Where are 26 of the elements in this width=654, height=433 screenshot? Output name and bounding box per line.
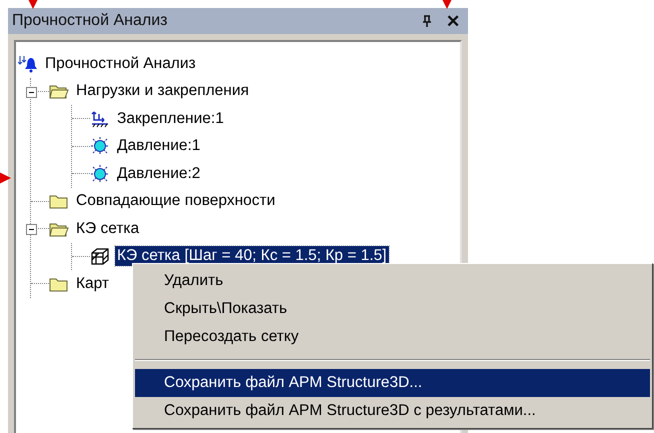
panel-title: Прочностной Анализ bbox=[12, 12, 168, 30]
bell-icon bbox=[18, 54, 38, 73]
menu-item[interactable]: Сохранить файл APM Structure3D... bbox=[135, 369, 650, 397]
tree-item[interactable]: Нагрузки и закрепления bbox=[74, 81, 251, 102]
tree-item[interactable]: Совпадающие поверхности bbox=[74, 191, 278, 212]
menu-item[interactable]: Удалить bbox=[135, 267, 650, 295]
fixture-icon bbox=[90, 110, 110, 128]
tree-item[interactable]: Карт bbox=[74, 274, 112, 294]
tree-item[interactable]: КЭ сетка bbox=[74, 218, 142, 239]
pressure-icon bbox=[90, 137, 110, 156]
collapse-toggle[interactable] bbox=[26, 224, 37, 235]
pressure-icon bbox=[90, 164, 110, 183]
close-button[interactable]: ✕ bbox=[446, 10, 460, 32]
tree-item[interactable]: Прочностной Анализ bbox=[43, 54, 198, 74]
tree-item[interactable]: Давление:2 bbox=[115, 164, 202, 184]
pointer-arrow-icon bbox=[26, 0, 40, 10]
tree-item[interactable]: Закрепление:1 bbox=[115, 108, 226, 129]
pointer-arrow-icon bbox=[0, 171, 12, 185]
collapse-toggle[interactable] bbox=[26, 86, 37, 98]
mesh-cube-icon bbox=[90, 247, 110, 266]
pin-icon[interactable] bbox=[422, 15, 432, 27]
tree-item[interactable]: Давление:1 bbox=[115, 136, 202, 156]
menu-item[interactable]: Сохранить файл APM Structure3D с результатами... bbox=[135, 397, 650, 425]
pointer-arrow-icon bbox=[440, 0, 454, 10]
menu-item[interactable]: Скрыть\Показать bbox=[135, 295, 650, 323]
menu-item[interactable]: Пересоздать сетку bbox=[135, 323, 650, 351]
